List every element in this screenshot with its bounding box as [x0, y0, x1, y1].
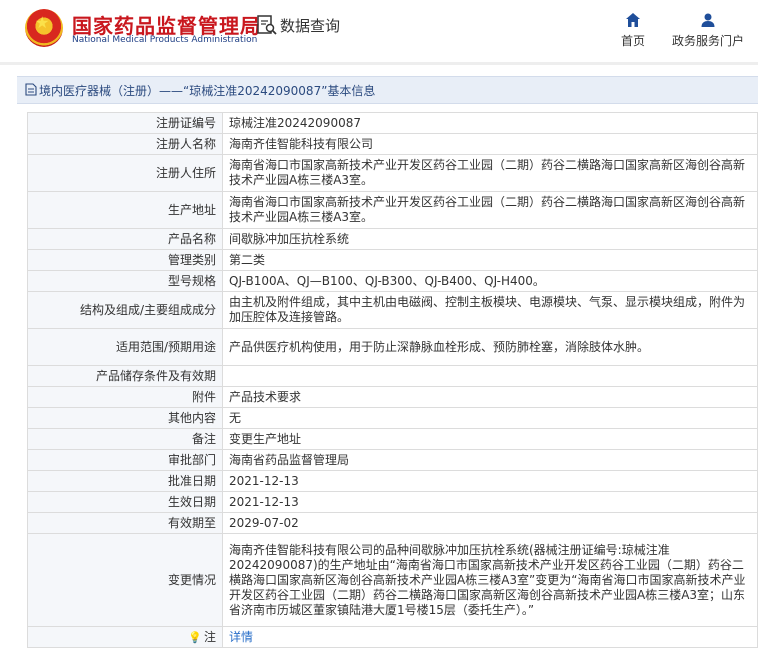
field-value: 2021-12-13	[222, 491, 758, 513]
field-value: 2029-07-02	[222, 512, 758, 534]
field-value: 产品技术要求	[222, 386, 758, 408]
document-icon	[25, 83, 37, 96]
table-row: 生产地址 海南省海口市国家高新技术产业开发区药谷工业园（二期）药谷二横路海口国家…	[27, 191, 758, 229]
field-label: 型号规格	[27, 270, 223, 292]
table-row: 生效日期 2021-12-13	[27, 491, 758, 513]
site-header: ★ 国家药品监督管理局 National Medical Products Ad…	[0, 0, 758, 62]
nav-home-label: 首页	[620, 34, 645, 48]
field-label: 结构及组成/主要组成成分	[27, 291, 223, 329]
field-value: 由主机及附件组成，其中主机由电磁阀、控制主板模块、电源模块、气泵、显示模块组成，…	[222, 291, 758, 329]
user-icon	[701, 13, 715, 27]
breadcrumb-text: 境内医疗器械（注册）——“琼械注准20242090087”基本信息	[39, 84, 376, 98]
site-subtitle: National Medical Products Administration	[72, 35, 258, 45]
table-row: 有效期至 2029-07-02	[27, 512, 758, 534]
search-document-icon	[257, 15, 277, 35]
table-row: 注册人住所 海南省海口市国家高新技术产业开发区药谷工业园（二期）药谷二横路海口国…	[27, 154, 758, 192]
table-row: 审批部门 海南省药品监督管理局	[27, 449, 758, 471]
field-value: 海南省海口市国家高新技术产业开发区药谷工业园（二期）药谷二横路海口国家高新区海创…	[222, 154, 758, 192]
field-label: 批准日期	[27, 470, 223, 492]
nav-gov-service[interactable]: 政务服务门户	[670, 12, 746, 49]
table-row: 产品储存条件及有效期	[27, 365, 758, 387]
lightbulb-icon: 💡	[188, 630, 202, 644]
table-row: 注册人名称 海南齐佳智能科技有限公司	[27, 133, 758, 155]
nav-gov-label: 政务服务门户	[671, 34, 744, 48]
emblem-star-icon: ★	[35, 13, 50, 32]
national-emblem-logo: ★	[25, 9, 63, 47]
note-label-text: 注	[203, 629, 216, 644]
field-label: 适用范围/预期用途	[27, 328, 223, 366]
field-value: 变更生产地址	[222, 428, 758, 450]
table-row: 批准日期 2021-12-13	[27, 470, 758, 492]
data-query-label: 数据查询	[280, 16, 341, 35]
field-value: 间歇脉冲加压抗栓系统	[222, 228, 758, 250]
table-row: 型号规格 QJ-B100A、QJ—B100、QJ-B300、QJ-B400、QJ…	[27, 270, 758, 292]
field-value: 海南省海口市国家高新技术产业开发区药谷工业园（二期）药谷二横路海口国家高新区海创…	[222, 191, 758, 229]
field-label: 变更情况	[27, 533, 223, 627]
table-row: 附件 产品技术要求	[27, 386, 758, 408]
field-label: 生效日期	[27, 491, 223, 513]
field-label: 附件	[27, 386, 223, 408]
nav-home[interactable]: 首页	[619, 12, 647, 49]
table-row: 产品名称 间歇脉冲加压抗栓系统	[27, 228, 758, 250]
field-label: 产品名称	[27, 228, 223, 250]
table-row: 管理类别 第二类	[27, 249, 758, 271]
table-row: 结构及组成/主要组成成分 由主机及附件组成，其中主机由电磁阀、控制主板模块、电源…	[27, 291, 758, 329]
field-label: 注册人住所	[27, 154, 223, 192]
table-row: 注册证编号 琼械注准20242090087	[27, 112, 758, 134]
field-value: 产品供医疗机构使用，用于防止深静脉血栓形成、预防肺栓塞，消除肢体水肿。	[222, 328, 758, 366]
field-label: 管理类别	[27, 249, 223, 271]
field-value: 2021-12-13	[222, 470, 758, 492]
field-label: 备注	[27, 428, 223, 450]
home-icon	[626, 13, 640, 27]
field-value: 无	[222, 407, 758, 429]
field-label: 其他内容	[27, 407, 223, 429]
header-divider	[0, 62, 758, 65]
field-value: 海南齐佳智能科技有限公司	[222, 133, 758, 155]
field-value: 第二类	[222, 249, 758, 271]
field-label: 审批部门	[27, 449, 223, 471]
field-value: 海南齐佳智能科技有限公司的品种间歇脉冲加压抗栓系统(器械注册证编号:琼械注准20…	[222, 533, 758, 627]
field-label: 有效期至	[27, 512, 223, 534]
field-label: 生产地址	[27, 191, 223, 229]
details-link[interactable]: 详情	[229, 630, 253, 644]
data-query-link[interactable]: 数据查询	[257, 14, 340, 36]
field-value: QJ-B100A、QJ—B100、QJ-B300、QJ-B400、QJ-H400…	[222, 270, 758, 292]
field-value	[222, 365, 758, 387]
detail-table: 注册证编号 琼械注准20242090087 注册人名称 海南齐佳智能科技有限公司…	[27, 112, 758, 648]
field-label: 产品储存条件及有效期	[27, 365, 223, 387]
breadcrumb: 境内医疗器械（注册）——“琼械注准20242090087”基本信息	[17, 76, 758, 104]
table-row: 其他内容 无	[27, 407, 758, 429]
table-row: 适用范围/预期用途 产品供医疗机构使用，用于防止深静脉血栓形成、预防肺栓塞，消除…	[27, 328, 758, 366]
field-label: 注册人名称	[27, 133, 223, 155]
field-value: 琼械注准20242090087	[222, 112, 758, 134]
field-value: 海南省药品监督管理局	[222, 449, 758, 471]
table-row: 备注 变更生产地址	[27, 428, 758, 450]
field-label: 注册证编号	[27, 112, 223, 134]
table-row: 变更情况 海南齐佳智能科技有限公司的品种间歇脉冲加压抗栓系统(器械注册证编号:琼…	[27, 533, 758, 627]
